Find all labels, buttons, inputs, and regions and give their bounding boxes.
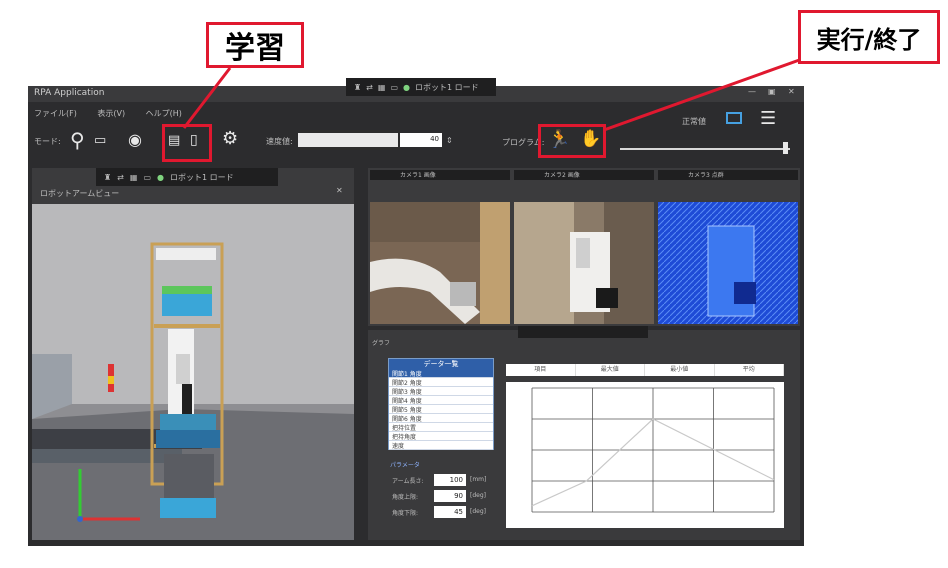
camera-3-header: カメラ3 点群 (658, 170, 798, 180)
view3d-tab-label[interactable]: ロボット1 ロード (170, 172, 234, 183)
run-slider-thumb[interactable] (782, 142, 788, 154)
learn-callout: 学習 (206, 22, 304, 68)
status-label: 正常値 (682, 117, 706, 126)
param-input[interactable]: 45 (434, 506, 466, 518)
camera-2-view[interactable] (514, 202, 654, 324)
data-list[interactable]: データ一覧 関節1 角度 関節2 角度 関節3 角度 関節4 角度 関節5 角度 関節6 … (388, 358, 494, 450)
data-list-item[interactable]: 把持位置 (389, 423, 493, 432)
run-stop-callout-text: 実行/終了 (816, 25, 922, 54)
data-list-item[interactable]: 関節3 角度 (389, 387, 493, 396)
top-tab-label[interactable]: ロボット1 ロード (415, 82, 479, 93)
table-header-cell: 最小値 (645, 364, 715, 376)
robot-icon[interactable]: ♜ (354, 83, 361, 92)
app-window: RPA Application — ▣ ✕ ♜ ⇄ ▦ ▭ ● ロボット1 ロー… (28, 78, 804, 546)
run-stop-highlight (538, 124, 606, 158)
run-slider-track[interactable] (620, 148, 790, 150)
learn-highlight (162, 124, 212, 162)
hand-robot-icon[interactable]: ⚙ (222, 130, 238, 148)
menu-view[interactable]: 表示(V) (97, 109, 125, 118)
speed-value-field[interactable]: 40 (400, 133, 442, 147)
camera-strip: カメラ1 画像 カメラ2 画像 カメラ3 点群 (368, 168, 800, 326)
bulb-icon[interactable]: ⚲ (70, 130, 85, 150)
learn-callout-text: 学習 (225, 31, 285, 66)
menu-bar: ファイル(F) 表示(V) ヘルプ(H) (34, 108, 200, 119)
view3d-close-icon[interactable]: ✕ (336, 186, 343, 195)
grid-icon-2[interactable]: ▦ (130, 173, 138, 182)
param-label: アーム長さ: (392, 478, 424, 485)
param-input[interactable]: 90 (434, 490, 466, 502)
data-list-item[interactable]: 把持角度 (389, 432, 493, 441)
display-icon[interactable] (726, 112, 742, 124)
data-list-item[interactable]: 関節1 角度 (389, 369, 493, 378)
param-unit: [mm] (470, 476, 487, 483)
camera-3-label: カメラ3 点群 (688, 172, 724, 179)
data-list-item[interactable]: 関節6 角度 (389, 414, 493, 423)
arrow-icon-2[interactable]: ⇄ (117, 173, 124, 182)
load-icon: ● (403, 82, 410, 92)
param-unit: [deg] (470, 492, 486, 499)
graph-table-header: 項目 最大値 最小値 平均 (506, 364, 784, 376)
speed-spin-icon[interactable]: ⇕ (446, 136, 453, 145)
camera-1-header: カメラ1 画像 (370, 170, 510, 180)
data-list-item[interactable]: 関節2 角度 (389, 378, 493, 387)
camera-2-label: カメラ2 画像 (544, 172, 580, 179)
maximize-icon[interactable]: ▣ (768, 87, 776, 96)
camera-icon[interactable]: ◉ (128, 132, 142, 148)
robot-scene (32, 242, 354, 540)
param-label: 角度下限: (392, 510, 419, 517)
top-floating-tab: ♜ ⇄ ▦ ▭ ● ロボット1 ロード (346, 78, 496, 96)
camera-3-view[interactable] (658, 202, 798, 324)
arrow-icon[interactable]: ⇄ (366, 83, 373, 92)
camera-1-view[interactable] (370, 202, 510, 324)
param-unit: [deg] (470, 508, 486, 515)
line-chart-area (506, 382, 784, 528)
grid-icon[interactable]: ▦ (378, 83, 386, 92)
camera-2-header: カメラ2 画像 (514, 170, 654, 180)
table-header-cell: 最大値 (576, 364, 645, 376)
view3d-floating-tab: ♜ ⇄ ▦ ▭ ● ロボット1 ロード (96, 168, 278, 186)
view3d-canvas[interactable] (32, 204, 354, 540)
screen-icon[interactable]: ▭ (94, 134, 106, 147)
param-input[interactable]: 100 (434, 474, 466, 486)
mode-label: モード: (34, 137, 61, 146)
menu-help[interactable]: ヘルプ(H) (146, 109, 182, 118)
speed-field[interactable] (298, 133, 398, 147)
minimize-icon[interactable]: — (748, 87, 756, 96)
speed-label: 速度値: (266, 137, 293, 146)
data-list-item[interactable]: 関節4 角度 (389, 396, 493, 405)
param-label: 角度上限: (392, 494, 419, 501)
menu-file[interactable]: ファイル(F) (34, 109, 77, 118)
toolbar: モード: ⚲ ▭ ◉ ▤ ▯ ⚙ 速度値: 40 ⇕ プログラム: 🏃 ✋ (28, 126, 804, 156)
data-list-header: データ一覧 (389, 359, 493, 369)
monitor-icon-2[interactable]: ▭ (143, 173, 151, 182)
view3d-panel: ♜ ⇄ ▦ ▭ ● ロボット1 ロード ロボットアームビュー ✕ (32, 168, 354, 540)
view3d-title: ロボットアームビュー (40, 189, 120, 198)
graph-panel-title: グラフ (372, 340, 391, 347)
line-chart (531, 387, 775, 513)
graph-panel: グラフ データ一覧 関節1 角度 関節2 角度 関節3 角度 関節4 角度 関節5 角度… (368, 326, 800, 540)
graph-floating-tab (518, 326, 648, 338)
camera-1-label: カメラ1 画像 (400, 172, 436, 179)
data-list-item[interactable]: 速度 (389, 441, 493, 450)
load-icon-2: ● (157, 172, 164, 182)
menu-icon[interactable]: ☰ (760, 110, 776, 128)
monitor-icon[interactable]: ▭ (390, 83, 398, 92)
close-icon[interactable]: ✕ (788, 87, 795, 96)
params-title: パラメータ (390, 462, 420, 469)
window-title: RPA Application (34, 88, 105, 98)
table-header-cell: 項目 (506, 364, 576, 376)
run-stop-callout: 実行/終了 (798, 10, 940, 64)
table-header-cell: 平均 (715, 364, 784, 376)
data-list-item[interactable]: 関節5 角度 (389, 405, 493, 414)
robot-icon-2[interactable]: ♜ (104, 173, 111, 182)
